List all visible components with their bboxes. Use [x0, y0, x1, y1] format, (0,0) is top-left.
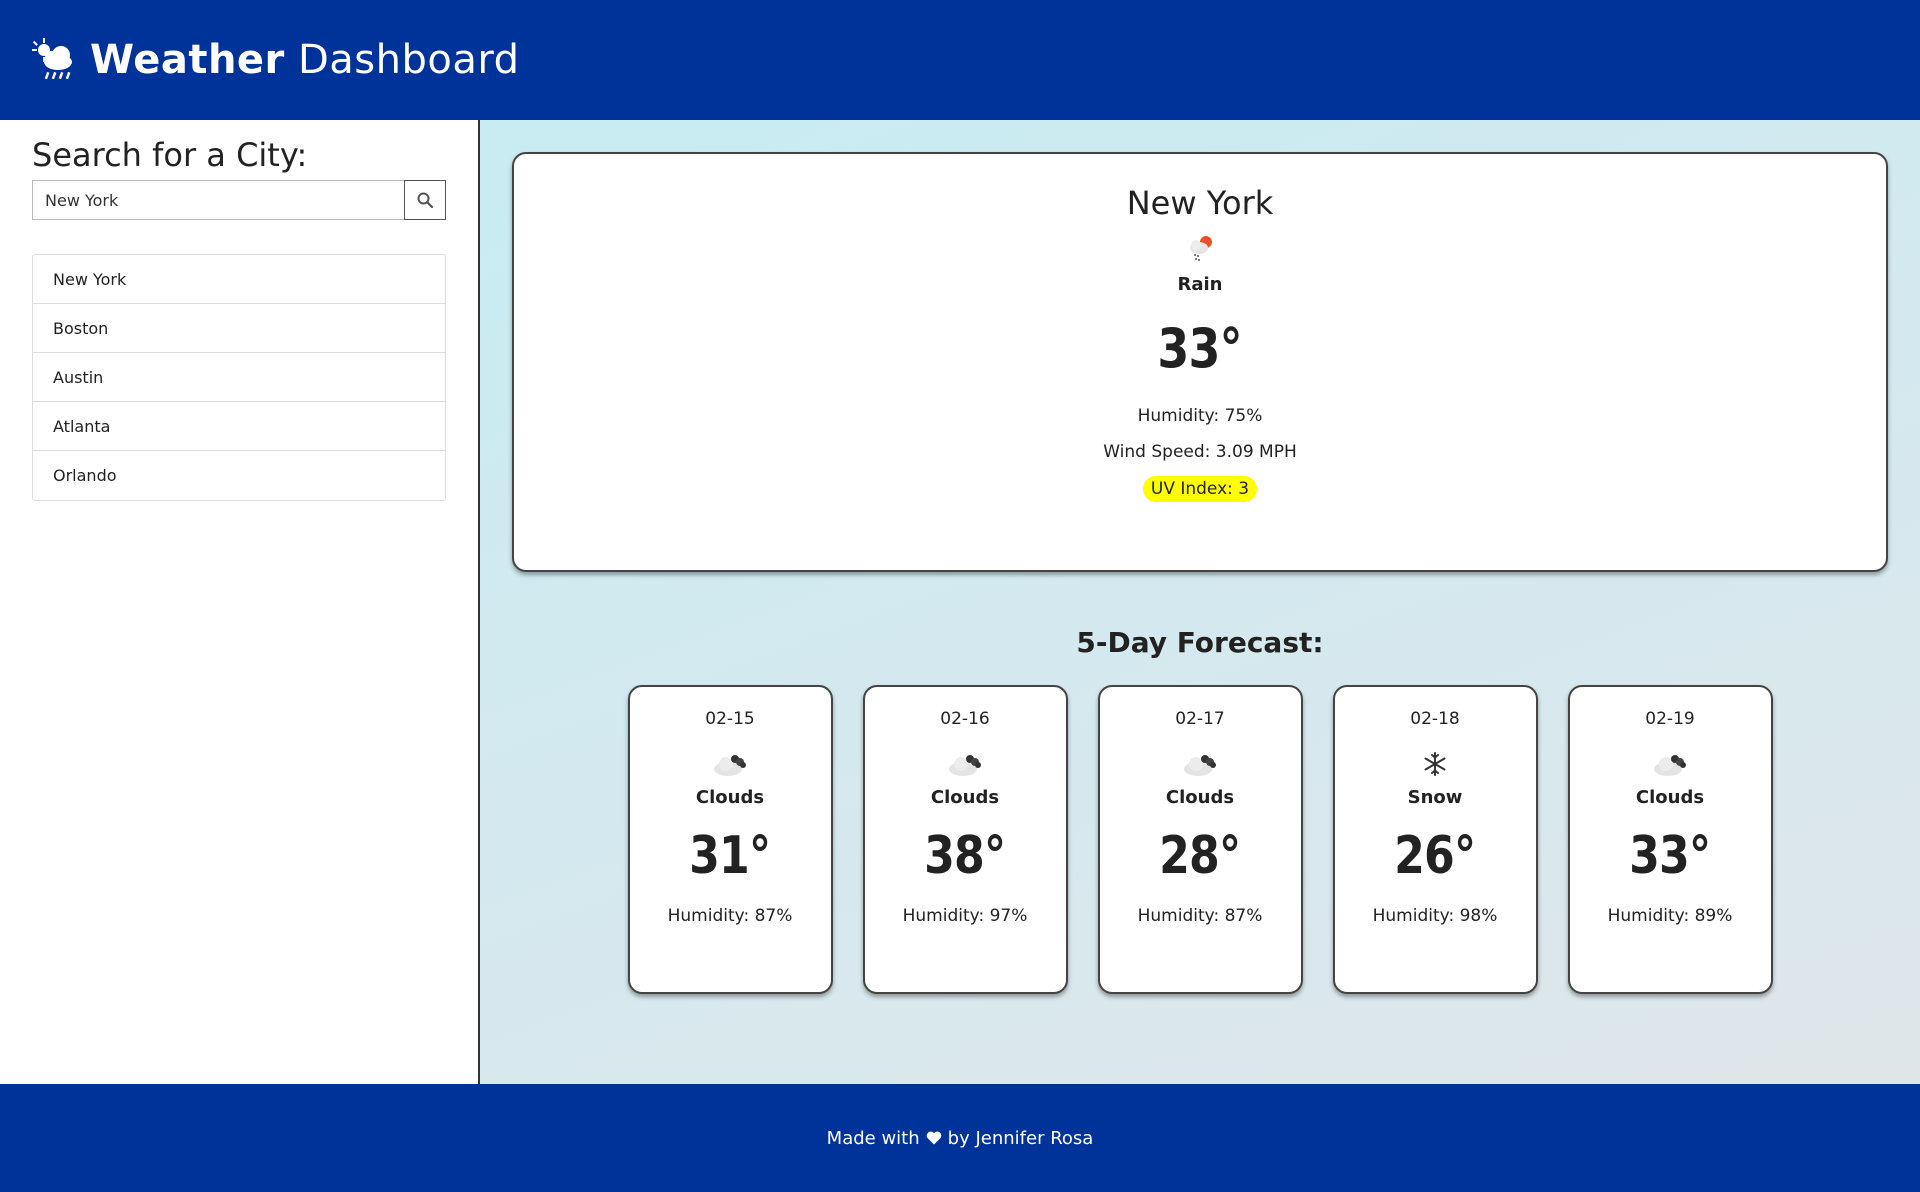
forecast-condition: Clouds [1165, 787, 1235, 808]
search-button[interactable] [404, 180, 446, 220]
clouds-icon [1654, 755, 1686, 776]
current-condition: Rain [1177, 274, 1223, 295]
forecast-condition: Clouds [1635, 787, 1705, 808]
footer-text-after: by Jennifer Rosa [947, 1127, 1094, 1149]
forecast-card: 02-16 Clouds 38° Humidity: 97% [862, 685, 1068, 994]
cloud-sun-rain-icon [32, 38, 72, 80]
search-history-list: New York Boston Austin Atlanta Orlando [32, 254, 446, 501]
forecast-date: 02-19 [1645, 709, 1695, 729]
current-weather-card: New York Rain 33° Humidity: 75% Wind Spe… [512, 152, 1888, 572]
forecast-card: 02-15 Clouds 31° Humidity: 87% [627, 685, 833, 994]
uv-index-badge: UV Index: 3 [1142, 476, 1258, 502]
forecast-date: 02-16 [940, 709, 990, 729]
forecast-condition: Clouds [695, 787, 765, 808]
forecast-card: 02-18 Snow 26° Humidity: 98% [1332, 685, 1538, 994]
forecast-humidity: Humidity: 87% [667, 906, 793, 926]
forecast-card: 02-17 Clouds 28° Humidity: 87% [1097, 685, 1303, 994]
forecast-humidity: Humidity: 98% [1372, 906, 1498, 926]
forecast-condition: Snow [1407, 787, 1463, 808]
forecast-date: 02-15 [705, 709, 755, 729]
snowflake-icon [1424, 752, 1446, 776]
forecast-card: 02-19 Clouds 33° Humidity: 89% [1567, 685, 1773, 994]
sidebar: Search for a City: New York Boston Austi… [0, 120, 480, 1084]
forecast-temperature: 31° [689, 826, 771, 886]
app-header: Weather Dashboard [0, 0, 1920, 120]
page-layout: Search for a City: New York Boston Austi… [0, 120, 1920, 1084]
forecast-date: 02-18 [1410, 709, 1460, 729]
app-footer: Made with by Jennifer Rosa [0, 1084, 1920, 1192]
main-content: New York Rain 33° Humidity: 75% Wind Spe… [480, 120, 1920, 1084]
heart-icon [926, 1131, 941, 1145]
footer-text-before: Made with [826, 1127, 920, 1149]
forecast-date: 02-17 [1175, 709, 1225, 729]
city-history-item[interactable]: Boston [33, 304, 445, 353]
forecast-temperature: 28° [1159, 826, 1241, 886]
current-city-name: New York [1126, 184, 1274, 222]
city-history-item[interactable]: Austin [33, 353, 445, 402]
clouds-icon [1184, 755, 1216, 776]
search-form [32, 180, 446, 220]
forecast-condition: Clouds [930, 787, 1000, 808]
city-history-item[interactable]: New York [33, 255, 445, 304]
app-title: Weather Dashboard [90, 37, 520, 83]
city-history-item[interactable]: Orlando [33, 451, 445, 500]
forecast-temperature: 38° [924, 826, 1006, 886]
current-humidity: Humidity: 75% [1137, 406, 1263, 426]
current-temperature: 33° [1157, 317, 1243, 380]
search-heading: Search for a City: [32, 136, 308, 174]
app-title-bold: Weather [90, 37, 285, 83]
search-input[interactable] [32, 180, 404, 220]
current-wind-speed: Wind Speed: 3.09 MPH [1103, 442, 1297, 462]
forecast-row: 02-15 Clouds 31° Humidity: 87% 02-16 Clo… [512, 685, 1888, 994]
search-icon [417, 192, 433, 208]
clouds-icon [714, 755, 746, 776]
rain-icon [1190, 236, 1212, 261]
clouds-icon [949, 755, 981, 776]
forecast-humidity: Humidity: 97% [902, 906, 1028, 926]
forecast-temperature: 33° [1629, 826, 1711, 886]
forecast-temperature: 26° [1394, 826, 1476, 886]
forecast-humidity: Humidity: 87% [1137, 906, 1263, 926]
forecast-title: 5-Day Forecast: [1076, 626, 1324, 659]
forecast-humidity: Humidity: 89% [1607, 906, 1733, 926]
city-history-item[interactable]: Atlanta [33, 402, 445, 451]
app-title-rest: Dashboard [284, 37, 520, 83]
